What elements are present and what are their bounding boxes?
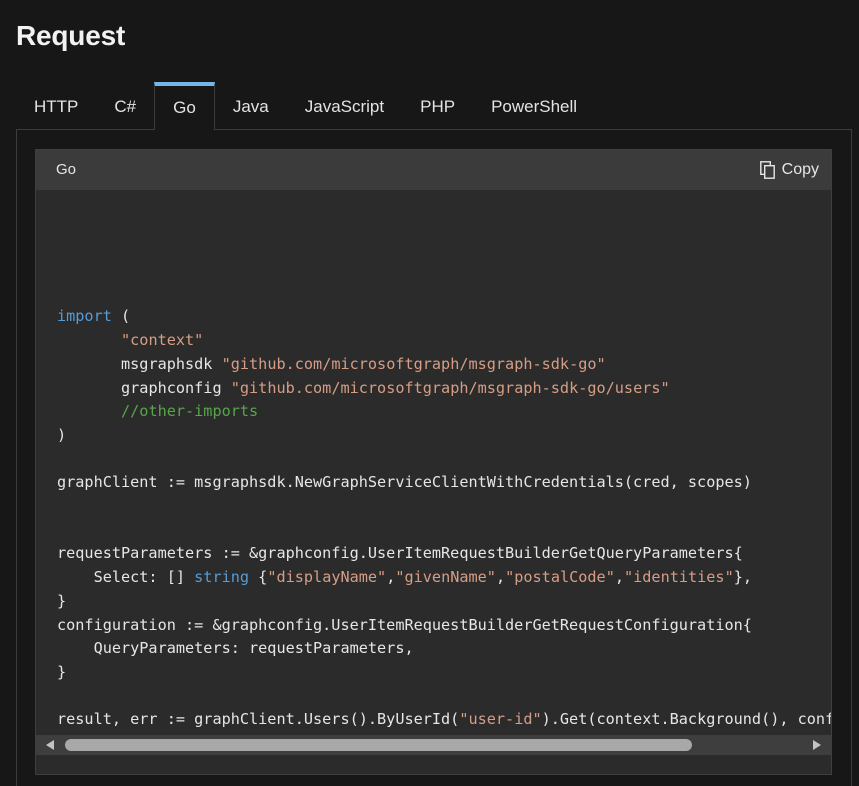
- code-line: requestParameters := &graphconfig.UserIt…: [57, 544, 743, 563]
- code-line: ): [57, 425, 67, 444]
- code-line: }: [57, 591, 67, 610]
- code-line: QueryParameters: requestParameters,: [57, 639, 414, 658]
- code-line: //other-imports: [121, 402, 259, 421]
- copy-button[interactable]: Copy: [759, 159, 819, 181]
- code-language-label: Go: [56, 161, 77, 178]
- tab-javascript[interactable]: JavaScript: [287, 82, 402, 128]
- tab-csharp[interactable]: C#: [96, 82, 154, 128]
- code-line: import (: [57, 307, 131, 326]
- page-title: Request: [16, 20, 126, 51]
- language-tabs: HTTP C# Go Java JavaScript PHP PowerShel…: [16, 82, 595, 130]
- copy-label: Copy: [781, 161, 819, 178]
- tab-java[interactable]: Java: [215, 82, 287, 128]
- page: Request HTTP C# Go Java JavaScript PHP P…: [0, 0, 859, 786]
- code-area[interactable]: import ( "context" msgraphsdk "github.co…: [36, 190, 831, 755]
- code-line: msgraphsdk "github.com/microsoftgraph/ms…: [121, 354, 606, 373]
- scroll-right-icon[interactable]: [813, 740, 821, 750]
- code-line: configuration := &graphconfig.UserItemRe…: [57, 615, 752, 634]
- tab-http[interactable]: HTTP: [16, 82, 96, 128]
- scroll-left-icon[interactable]: [46, 740, 54, 750]
- code-header: Go Copy: [36, 150, 831, 190]
- code-block: Go Copy import ( "context" msgraphsdk "g…: [35, 149, 832, 775]
- code-line: "context": [121, 331, 204, 350]
- code-line: }: [57, 662, 67, 681]
- tab-powershell[interactable]: PowerShell: [473, 82, 595, 128]
- tab-php[interactable]: PHP: [402, 82, 473, 128]
- code-line: graphClient := msgraphsdk.NewGraphServic…: [57, 473, 752, 492]
- code-text: import ( "context" msgraphsdk "github.co…: [57, 258, 831, 732]
- horizontal-scrollbar[interactable]: [36, 735, 831, 755]
- tab-go[interactable]: Go: [154, 82, 215, 130]
- scrollbar-thumb[interactable]: [65, 739, 692, 751]
- code-line: result, err := graphClient.Users().ByUse…: [57, 710, 831, 729]
- code-line: graphconfig "github.com/microsoftgraph/m…: [121, 378, 670, 397]
- code-line: Select: [] string {"displayName","givenN…: [57, 568, 753, 587]
- copy-icon: [759, 161, 776, 179]
